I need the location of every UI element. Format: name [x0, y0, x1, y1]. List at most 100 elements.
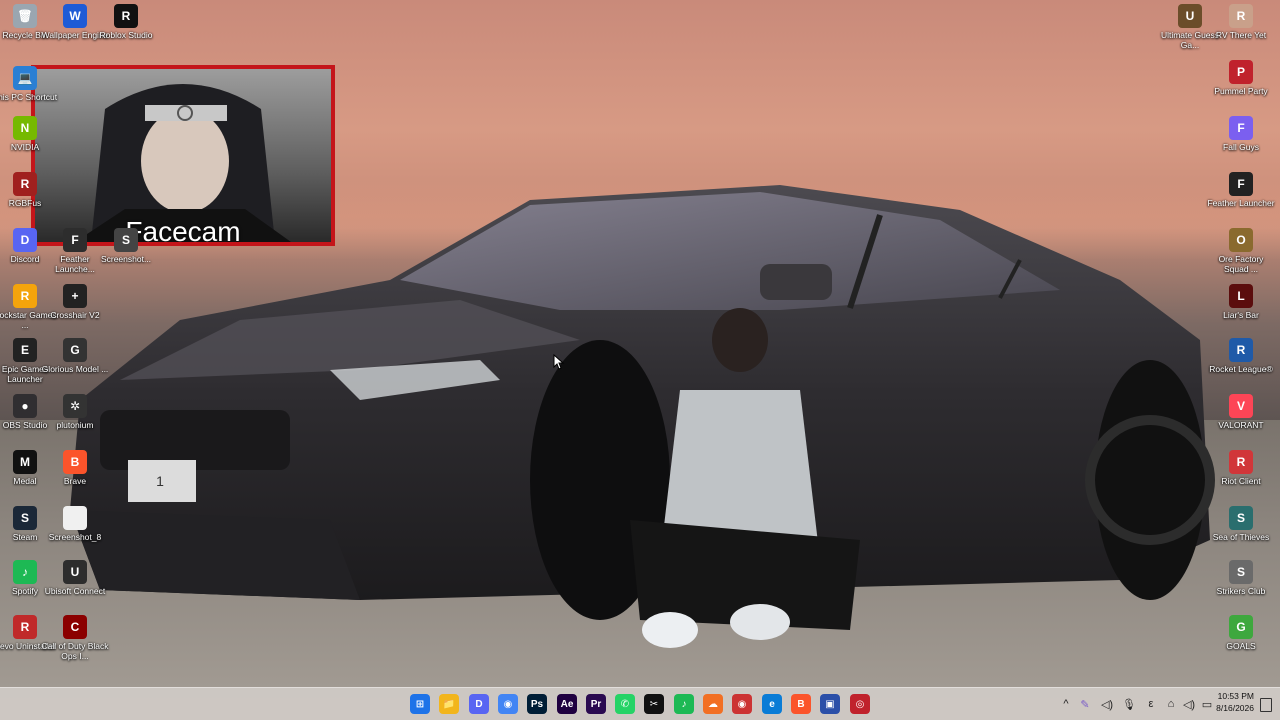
call-of-duty-black-ops-i-icon: C — [63, 615, 87, 639]
desktop-icon-label: Glorious Model ... — [41, 364, 109, 374]
desktop-icon-label: VALORANT — [1218, 420, 1264, 430]
desktop-icon-screenshot[interactable]: S Screenshot... — [91, 228, 161, 264]
desktop-icon-label: Feather Launcher — [1207, 198, 1275, 208]
desktop-icon-crosshair-v2[interactable]: + Crosshair V2 — [40, 284, 110, 320]
fall-guys-icon: F — [1229, 116, 1253, 140]
speaker-icon[interactable]: ◁) — [1096, 698, 1118, 711]
desktop-icon-label: Riot Client — [1221, 476, 1261, 486]
taskbar-photoshop-icon[interactable]: Ps — [527, 694, 547, 714]
svg-text:1: 1 — [156, 473, 164, 489]
desktop-icon-label: Crosshair V2 — [50, 310, 100, 320]
goals-icon: G — [1229, 615, 1253, 639]
desktop-icon-feather-launcher[interactable]: F Feather Launcher — [1206, 172, 1276, 208]
rockstar-games-icon: R — [13, 284, 37, 308]
desktop-icon-label: Call of Duty Black Ops I... — [41, 641, 109, 661]
desktop-icon-label: GOALS — [1226, 641, 1256, 651]
desktop-icon-label: Rocket League® — [1209, 364, 1273, 374]
desktop-icon-ore-factory-squad[interactable]: O Ore Factory Squad ... — [1206, 228, 1276, 274]
discord-icon: D — [13, 228, 37, 252]
facecam-overlay: Facecam — [31, 65, 335, 246]
ore-factory-squad-icon: O — [1229, 228, 1253, 252]
desktop-icon-screenshot-8[interactable]: Screenshot_8 — [40, 506, 110, 542]
wallpaper-person — [630, 308, 860, 648]
desktop-icon-rgbfus[interactable]: R RGBFus — [0, 172, 60, 208]
desktop-icon-plutonium[interactable]: ✲ plutonium — [40, 394, 110, 430]
wallpaper-engine-icon: W — [63, 4, 87, 28]
desktop-icon-valorant[interactable]: V VALORANT — [1206, 394, 1276, 430]
desktop-icon-pummel-party[interactable]: P Pummel Party — [1206, 60, 1276, 96]
feather-launche-icon: F — [63, 228, 87, 252]
taskbar-start-icon[interactable]: ⊞ — [410, 694, 430, 714]
desktop-icon-label: Liar's Bar — [1223, 310, 1259, 320]
network-icon[interactable]: ⌂ — [1162, 698, 1180, 710]
system-tray: ^ ✎ ◁) 🎙 ε ⌂ ◁) ▭ — [1058, 688, 1216, 720]
desktop-icon-label: Ore Factory Squad ... — [1218, 254, 1264, 274]
rgbfus-icon: R — [13, 172, 37, 196]
desktop-icon-riot-client[interactable]: R Riot Client — [1206, 450, 1276, 486]
feather-launcher-icon: F — [1229, 172, 1253, 196]
sea-of-thieves-icon: S — [1229, 506, 1253, 530]
taskbar-after-effects-icon[interactable]: Ae — [557, 694, 577, 714]
notification-bell-icon[interactable] — [1260, 698, 1272, 712]
taskbar-whatsapp-icon[interactable]: ✆ — [615, 694, 635, 714]
desktop-icon-roblox-studio[interactable]: R Roblox Studio — [91, 4, 161, 40]
desktop-icon-call-of-duty-black-ops-i[interactable]: C Call of Duty Black Ops I... — [40, 615, 110, 661]
desktop-icon-label: RV There Yet — [1215, 30, 1267, 40]
desktop-icon-brave[interactable]: B Brave — [40, 450, 110, 486]
strikers-club-icon: S — [1229, 560, 1253, 584]
epic-games-launcher-icon: E — [13, 338, 37, 362]
crosshair-v2-icon: + — [63, 284, 87, 308]
language-indicator[interactable]: ε — [1140, 698, 1162, 710]
desktop-icon-label: Screenshot... — [100, 254, 152, 264]
desktop-icon-goals[interactable]: G GOALS — [1206, 615, 1276, 651]
desktop-icon-sea-of-thieves[interactable]: S Sea of Thieves — [1206, 506, 1276, 542]
taskbar-soundcloud-icon[interactable]: ☁ — [703, 694, 723, 714]
taskbar-chrome-alt-icon[interactable]: ◉ — [732, 694, 752, 714]
pummel-party-icon: P — [1229, 60, 1253, 84]
desktop-icon-label: Fall Guys — [1223, 142, 1259, 152]
taskbar-file-explorer-icon[interactable]: 📁 — [439, 694, 459, 714]
tray-expand-icon[interactable]: ^ — [1058, 698, 1074, 710]
ultimate-guess-ga-icon: U — [1178, 4, 1202, 28]
facecam-video: Facecam — [35, 69, 331, 242]
desktop-icon-this-pc-shortcut[interactable]: 💻 This PC Shortcut — [0, 66, 60, 102]
taskbar-brave-icon[interactable]: B — [791, 694, 811, 714]
liar-s-bar-icon: L — [1229, 284, 1253, 308]
battery-icon[interactable]: ▭ — [1198, 698, 1216, 711]
desktop-icon-rv-there-yet[interactable]: R RV There Yet — [1206, 4, 1276, 40]
ubisoft-connect-icon: U — [63, 560, 87, 584]
roblox-studio-icon: R — [114, 4, 138, 28]
desktop-icon-label: This PC Shortcut — [0, 92, 58, 102]
taskbar-chrome-icon[interactable]: ◉ — [498, 694, 518, 714]
desktop-icon-glorious-model[interactable]: G Glorious Model ... — [40, 338, 110, 374]
taskbar-premiere-icon[interactable]: Pr — [586, 694, 606, 714]
desktop-icon-label: NVIDIA — [10, 142, 40, 152]
volume-icon[interactable]: ◁) — [1180, 698, 1198, 711]
plutonium-icon: ✲ — [63, 394, 87, 418]
desktop-icon-strikers-club[interactable]: S Strikers Club — [1206, 560, 1276, 596]
brave-icon: B — [63, 450, 87, 474]
microphone-icon[interactable]: 🎙 — [1118, 698, 1140, 711]
nvidia-icon: N — [13, 116, 37, 140]
clock-date: 8/16/2026 — [1216, 703, 1254, 713]
desktop-icon-liar-s-bar[interactable]: L Liar's Bar — [1206, 284, 1276, 320]
desktop-icon-nvidia[interactable]: N NVIDIA — [0, 116, 60, 152]
taskbar-edge-icon[interactable]: e — [762, 694, 782, 714]
desktop-icon-rocket-league[interactable]: R Rocket League® — [1206, 338, 1276, 374]
taskbar-capcut-icon[interactable]: ✂ — [644, 694, 664, 714]
rocket-league-icon: R — [1229, 338, 1253, 362]
desktop-icon-ubisoft-connect[interactable]: U Ubisoft Connect — [40, 560, 110, 596]
glorious-model-icon: G — [63, 338, 87, 362]
taskbar-app-red-icon[interactable]: ◎ — [850, 694, 870, 714]
steam-icon: S — [13, 506, 37, 530]
desktop-icon-label: RGBFus — [8, 198, 42, 208]
pen-icon[interactable]: ✎ — [1074, 698, 1096, 711]
taskbar-app-blue-icon[interactable]: ▣ — [820, 694, 840, 714]
taskbar-spotify-icon[interactable]: ♪ — [674, 694, 694, 714]
this-pc-shortcut-icon: 💻 — [13, 66, 37, 90]
revo-uninstaller-icon: R — [13, 615, 37, 639]
desktop-icon-fall-guys[interactable]: F Fall Guys — [1206, 116, 1276, 152]
taskbar-discord-icon[interactable]: D — [469, 694, 489, 714]
spotify-icon: ♪ — [13, 560, 37, 584]
clock[interactable]: 10:53 PM 8/16/2026 — [1216, 690, 1254, 714]
